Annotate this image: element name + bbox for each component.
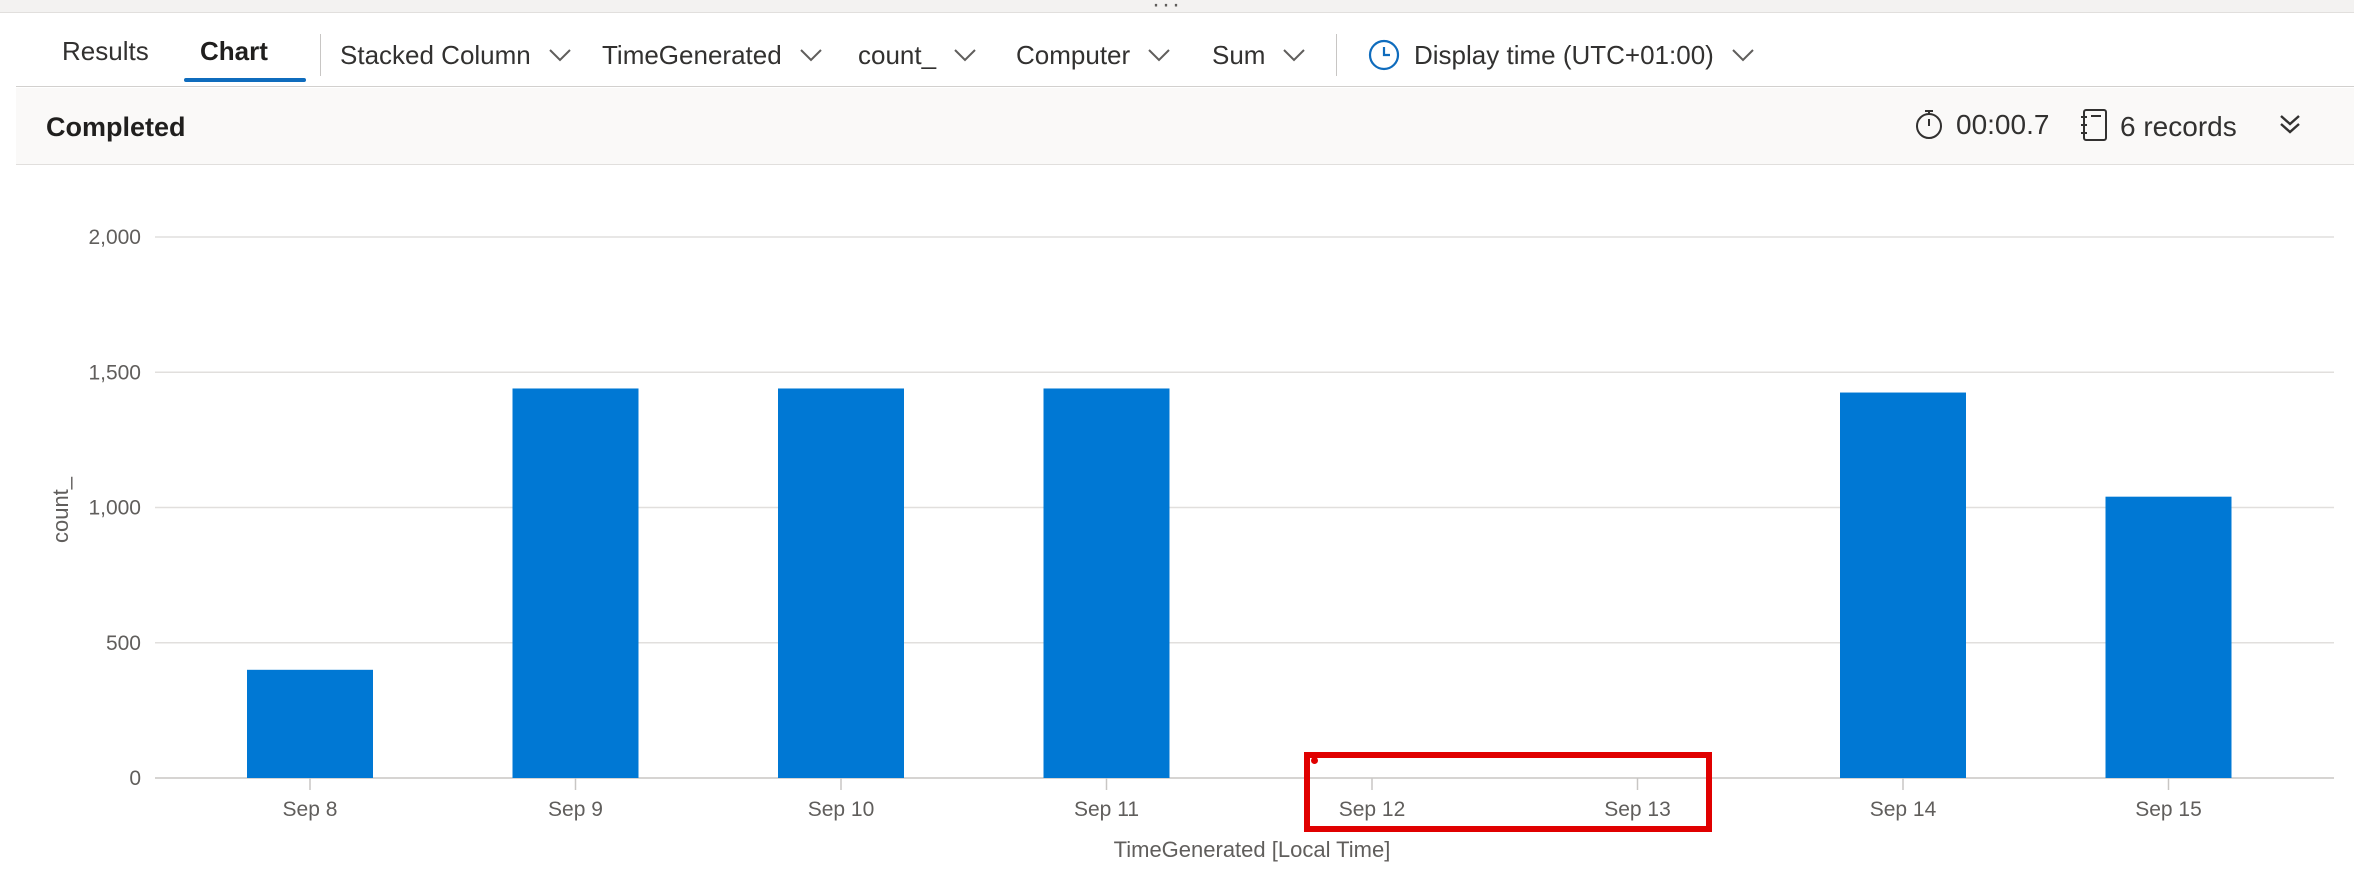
bar[interactable] <box>1840 392 1966 778</box>
chevron-down-icon <box>1732 38 1754 69</box>
duration-value: 00:00.7 <box>1956 109 2050 140</box>
query-status-bar: Completed 00:00.7 6 records <box>16 88 2354 165</box>
query-status: Completed <box>46 112 186 142</box>
split-by-value: Computer <box>1016 40 1131 70</box>
y-tick-label: 500 <box>106 632 141 655</box>
chevron-down-icon <box>954 38 976 69</box>
display-time-value: Display time (UTC+01:00) <box>1414 40 1714 70</box>
bar[interactable] <box>512 388 639 778</box>
bar[interactable] <box>2105 496 2232 778</box>
notebook-icon <box>2081 109 2107 141</box>
chevron-down-icon <box>1283 38 1306 69</box>
aggregation-value: Sum <box>1212 40 1266 70</box>
active-tab-indicator <box>184 78 306 82</box>
x-axis: Sep 8 Sep 9 Sep 10 Sep 11 Sep 12 Sep 13 Sep 14… <box>283 778 2202 821</box>
clock-icon <box>1368 39 1400 78</box>
y-column-dropdown[interactable]: count_ <box>858 38 976 74</box>
y-tick-label: 1,500 <box>88 361 141 384</box>
x-tick-label: Sep 9 <box>548 798 603 821</box>
toolbar-divider <box>320 34 321 76</box>
chart-type-value: Stacked Column <box>340 40 531 70</box>
records-value: 6 records <box>2120 111 2237 142</box>
y-axis-title: count_ <box>48 476 73 543</box>
results-toolbar: Results Chart Stacked Column TimeGenerat… <box>16 14 2354 87</box>
y-tick-label: 1,000 <box>88 497 141 520</box>
chart-gridlines <box>155 236 2334 779</box>
aggregation-dropdown[interactable]: Sum <box>1212 38 1306 74</box>
double-chevron-down-icon[interactable] <box>2278 112 2302 141</box>
x-tick-label: Sep 15 <box>2135 798 2202 821</box>
chart-area: 0 500 1,000 1,500 2,000 Sep 8 Sep 9 Sep 10 Sep … <box>48 226 2334 862</box>
x-column-dropdown[interactable]: TimeGenerated <box>602 38 822 74</box>
y-tick-label: 2,000 <box>88 226 141 249</box>
stopwatch-icon <box>1916 110 1942 139</box>
x-tick-label: Sep 8 <box>283 798 338 821</box>
chevron-down-icon <box>549 38 571 69</box>
highlight-marker <box>1311 757 1318 764</box>
highlight-annotation-box <box>1304 752 1712 832</box>
bar[interactable] <box>778 388 904 778</box>
split-by-dropdown[interactable]: Computer <box>1016 38 1170 74</box>
x-axis-title: TimeGenerated [Local Time] <box>1114 837 1391 862</box>
panel-resize-handle[interactable]: ··· <box>0 0 2354 18</box>
toolbar-divider <box>1336 34 1337 76</box>
y-column-value: count_ <box>858 40 937 70</box>
chart-type-dropdown[interactable]: Stacked Column <box>340 38 571 74</box>
query-duration: 00:00.7 <box>1914 108 2049 141</box>
bar[interactable] <box>1043 388 1170 778</box>
chart-bars <box>247 388 2232 778</box>
y-axis-tick-labels: 0 500 1,000 1,500 2,000 <box>88 226 141 790</box>
tab-chart[interactable]: Chart <box>200 36 268 67</box>
x-tick-label: Sep 10 <box>808 798 875 821</box>
x-tick-label: Sep 14 <box>1870 798 1937 821</box>
bar[interactable] <box>247 669 373 778</box>
record-count: 6 records <box>2080 108 2237 143</box>
x-tick-label: Sep 11 <box>1074 798 1139 821</box>
tab-results[interactable]: Results <box>62 36 149 67</box>
chevron-down-icon <box>799 38 822 69</box>
y-tick-label: 0 <box>129 767 141 790</box>
chevron-down-icon <box>1148 38 1170 69</box>
display-time-dropdown[interactable]: Display time (UTC+01:00) <box>1368 38 1754 74</box>
x-column-value: TimeGenerated <box>602 40 782 70</box>
